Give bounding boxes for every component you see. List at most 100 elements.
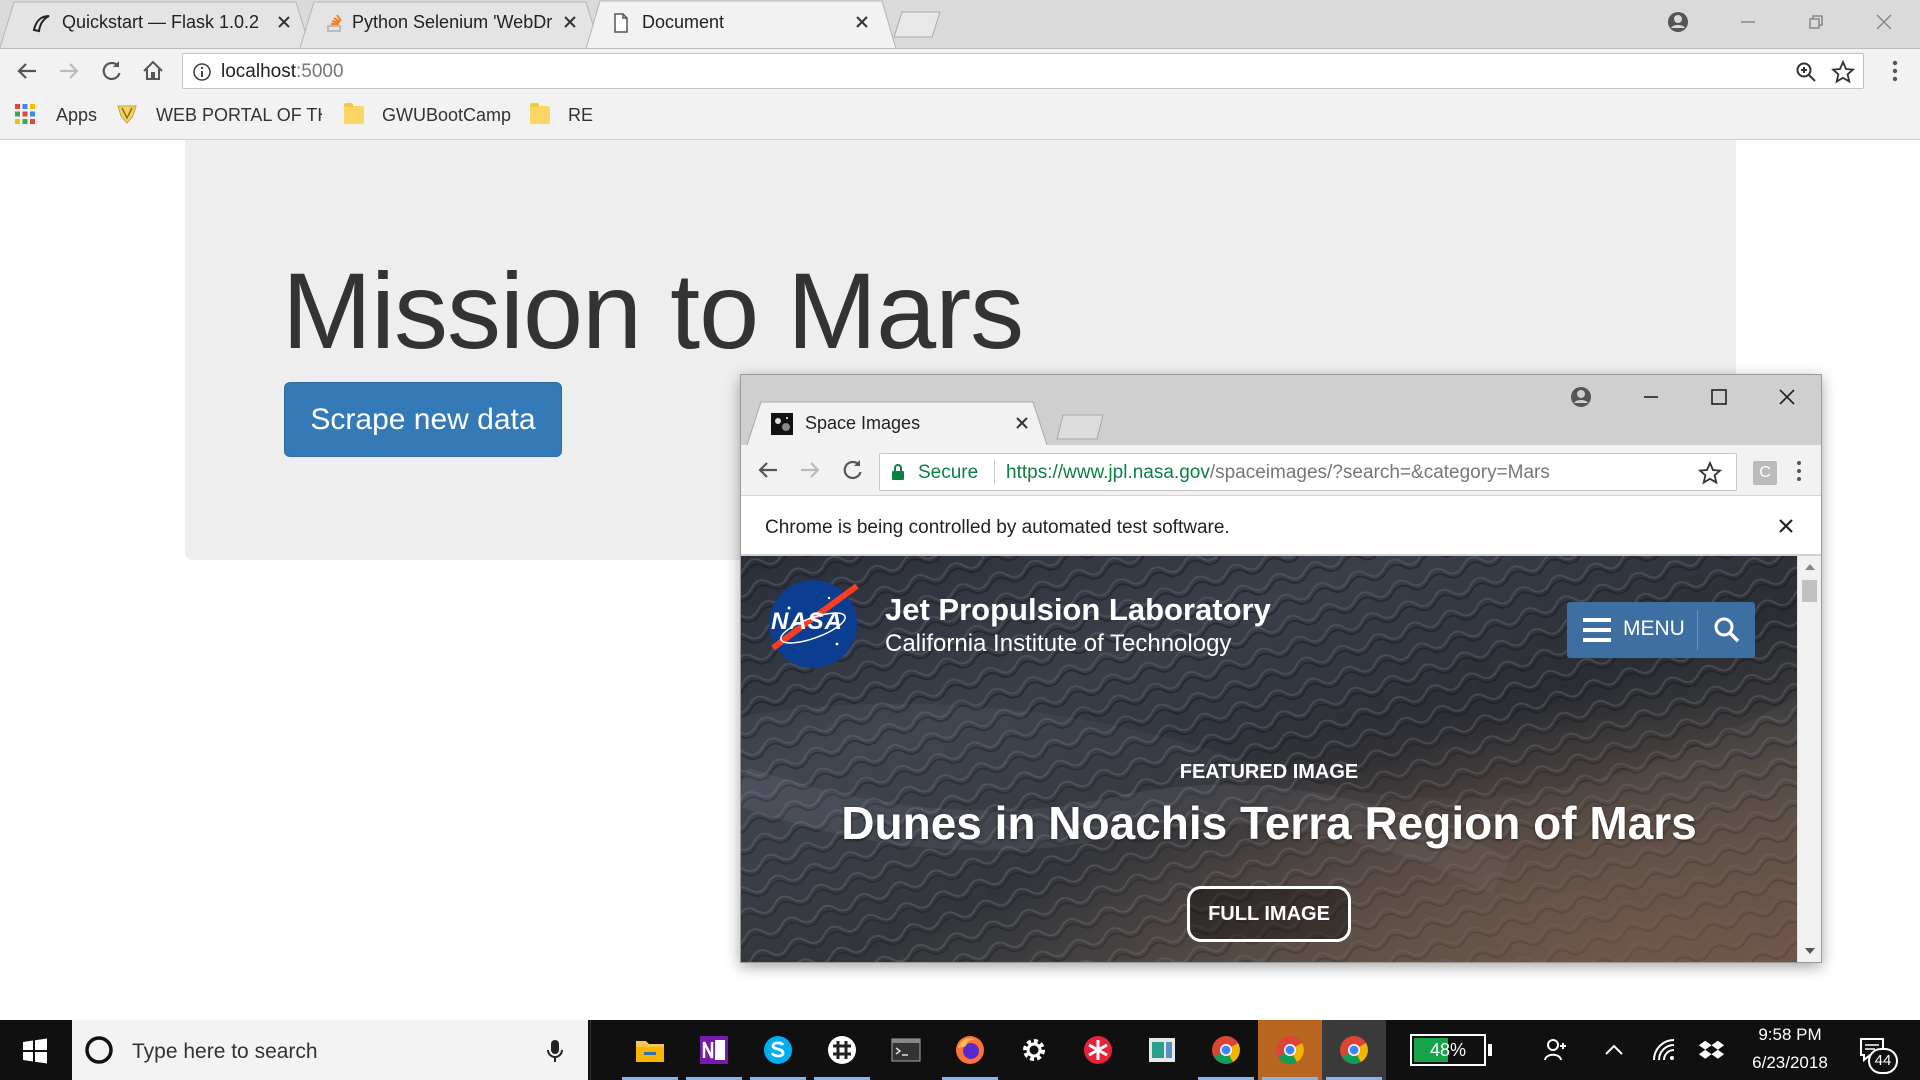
settings-app[interactable] [1002,1020,1066,1080]
skype-app[interactable] [746,1020,810,1080]
slack-icon [828,1036,856,1064]
hamburger-icon[interactable] [1581,617,1613,643]
wifi-icon[interactable] [1650,1036,1678,1064]
close-tab-icon[interactable] [562,14,578,30]
tab-document[interactable]: Document [586,0,896,49]
tab-label: Python Selenium 'WebDr [352,12,552,32]
menu-kebab-icon[interactable] [1787,459,1811,483]
automated-chrome-window: Space Images Secure https://www.jpl.nasa… [740,374,1822,963]
flask-icon [32,15,50,33]
new-tab-button[interactable] [1053,413,1109,441]
notebook-app[interactable] [1130,1020,1194,1080]
featured-image-label: FEATURED IMAGE [1179,761,1359,783]
reload-icon[interactable] [839,457,865,483]
info-icon[interactable] [192,62,212,82]
chrome-app-3[interactable] [1322,1020,1386,1080]
jpl-menu-bar: MENU [1567,602,1755,658]
minimize-icon[interactable] [1736,10,1760,34]
portal-shield-icon [117,105,137,124]
zoom-icon[interactable] [1795,61,1817,83]
clock-date[interactable]: 6/23/2018 [1740,1053,1840,1073]
scroll-thumb[interactable] [1802,580,1817,602]
file-explorer-app[interactable] [618,1020,682,1080]
full-image-button[interactable]: FULL IMAGE [1187,886,1351,942]
document-icon [614,13,628,33]
bookmark-star-icon[interactable] [1831,60,1855,84]
microphone-icon[interactable] [546,1038,564,1064]
firefox-icon [956,1036,984,1064]
chevron-up-icon[interactable] [1602,1040,1626,1060]
new-tab-button[interactable] [890,10,946,38]
profile-icon[interactable] [1666,10,1690,34]
close-tab-icon[interactable] [854,14,870,30]
featured-image-title: Dunes in Noachis Terra Region of Mars [841,797,1697,849]
popup-scrollbar[interactable] [1797,556,1821,962]
menu-kebab-icon[interactable] [1882,58,1908,84]
close-infobar-icon[interactable] [1777,517,1795,535]
forward-icon[interactable] [56,58,82,84]
search-icon[interactable] [1713,616,1741,644]
menu-button[interactable]: MENU [1623,617,1685,641]
folder-icon [530,103,550,124]
close-tab-icon[interactable] [1015,416,1029,430]
divider [1697,610,1698,650]
bookmark-star-icon[interactable] [1698,461,1722,485]
reload-icon[interactable] [98,58,124,84]
close-window-icon[interactable] [1872,10,1896,34]
divider [590,1020,591,1080]
bookmark-gwubootcamp[interactable]: GWUBootCamp [382,105,511,126]
windows-start-icon[interactable] [22,1038,48,1064]
slack-app[interactable] [810,1020,874,1080]
search-placeholder: Type here to search [132,1040,318,1063]
terminal-app[interactable] [874,1020,938,1080]
scrape-new-data-button[interactable]: Scrape new data [284,382,562,457]
lock-icon [892,464,904,480]
bookmark-apps[interactable]: Apps [56,105,97,126]
firefox-app[interactable] [938,1020,1002,1080]
home-icon[interactable] [140,58,166,84]
restore-icon[interactable] [1804,10,1828,34]
address-bar[interactable]: localhost:5000 [182,53,1864,89]
address-text[interactable]: https://www.jpl.nasa.gov/spaceimages/?se… [1006,462,1550,484]
file-explorer-icon [636,1041,664,1062]
clock-time[interactable]: 9:58 PM [1740,1025,1840,1045]
onenote-app[interactable] [682,1020,746,1080]
chrome-app-2[interactable] [1258,1020,1322,1080]
bookmark-web-portal[interactable]: WEB PORTAL OF THE [156,105,322,126]
secure-label: Secure [918,462,979,483]
close-window-icon[interactable] [1775,385,1799,409]
chrome-icon [1276,1036,1304,1064]
people-icon[interactable] [1542,1036,1570,1064]
taskbar-search-box[interactable]: Type here to search [72,1020,588,1080]
tab-flask-quickstart[interactable]: Quickstart — Flask 1.0.2 d [0,0,310,48]
back-icon[interactable] [755,457,781,483]
scroll-down-icon[interactable] [1804,946,1816,956]
tab-label: Document [642,12,725,32]
forward-icon[interactable] [797,457,823,483]
notebook-icon [1149,1038,1175,1062]
back-icon[interactable] [14,58,40,84]
asterisk-app[interactable] [1066,1020,1130,1080]
extension-c-icon[interactable]: C [1753,461,1777,485]
dropbox-icon[interactable] [1698,1038,1726,1064]
url-base: https://www.jpl.nasa.gov [1006,462,1210,483]
space-images-favicon-icon [771,413,793,435]
cortana-icon [85,1036,113,1064]
popup-tab-strip: Space Images [741,375,1821,445]
jpl-title[interactable]: Jet Propulsion Laboratory [885,592,1271,628]
infobar-text: Chrome is being controlled by automated … [765,517,1230,538]
maximize-icon[interactable] [1707,385,1731,409]
scroll-up-icon[interactable] [1804,562,1816,572]
minimize-icon[interactable] [1639,385,1663,409]
popup-address-bar[interactable]: Secure https://www.jpl.nasa.gov/spaceima… [879,453,1737,491]
close-tab-icon[interactable] [276,14,292,30]
tab-python-selenium[interactable]: Python Selenium 'WebDr [300,0,600,48]
tab-space-images[interactable]: Space Images [747,401,1047,445]
chrome-app-1[interactable] [1194,1020,1258,1080]
battery-indicator[interactable]: 48% [1410,1034,1486,1066]
bookmark-re[interactable]: RE [568,105,593,126]
address-text[interactable]: localhost:5000 [221,61,344,83]
bookmarks-bar: Apps WEB PORTAL OF THE GWUBootCamp RE [0,93,1920,140]
profile-icon[interactable] [1569,385,1593,409]
stackoverflow-icon [327,14,342,32]
